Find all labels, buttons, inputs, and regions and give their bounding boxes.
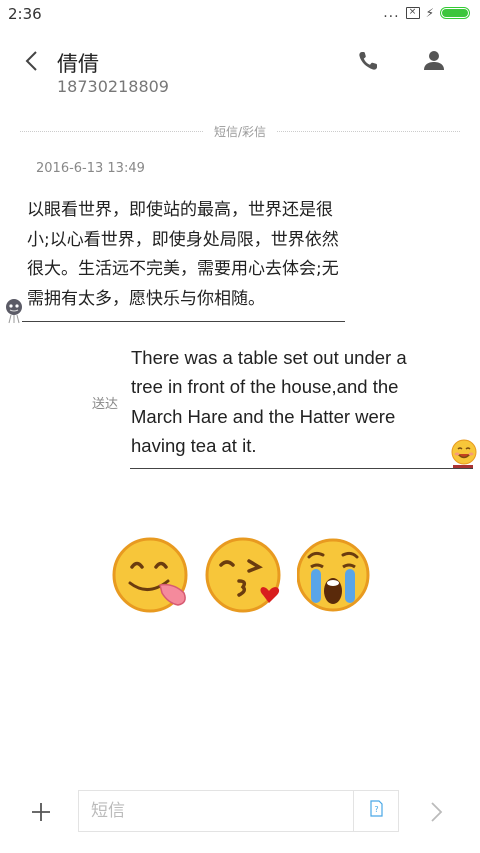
battery-fill: [442, 9, 468, 17]
sender-avatar-icon[interactable]: [4, 298, 24, 324]
plus-icon[interactable]: [28, 799, 54, 825]
contact-name[interactable]: 倩倩: [57, 48, 99, 78]
more-dots-icon: ...: [383, 5, 400, 21]
crying-face-icon[interactable]: [297, 535, 373, 615]
phone-icon[interactable]: [356, 49, 384, 73]
message-type-divider: 短信/彩信: [20, 123, 460, 141]
no-sim-icon: ×: [405, 7, 420, 19]
incoming-message-text[interactable]: 以眼看世界，即使站的最高，世界还是很小;以心看世界，即使身处局限，世界依然很大。…: [27, 196, 349, 314]
smiling-face-icon: [451, 439, 477, 468]
divider-line-right: [277, 131, 460, 132]
battery-icon: [440, 7, 470, 19]
outgoing-message-underline: [130, 468, 473, 469]
chevron-left-icon[interactable]: [22, 48, 44, 74]
send-chevron-icon[interactable]: [426, 799, 446, 825]
message-timestamp: 2016-6-13 13:49: [36, 161, 145, 176]
delivery-status: 送达: [92, 397, 119, 412]
sim-card-icon[interactable]: ?: [370, 800, 383, 817]
compose-box: ?: [78, 790, 399, 832]
charging-icon: ⚡: [425, 6, 434, 20]
kissing-face-with-heart-icon[interactable]: [203, 535, 287, 615]
status-time: 2:36: [8, 5, 42, 23]
message-input[interactable]: [91, 791, 341, 831]
svg-text:?: ?: [374, 805, 378, 814]
incoming-message-underline: [22, 321, 345, 322]
compose-separator: [353, 791, 354, 831]
contact-phone-number: 18730218809: [57, 77, 169, 96]
outgoing-message-text[interactable]: There was a table set out under a tree i…: [131, 343, 441, 460]
tongue-out-face-icon[interactable]: [112, 535, 192, 615]
person-icon[interactable]: [421, 48, 447, 74]
status-icons: ... × ⚡: [383, 5, 470, 21]
